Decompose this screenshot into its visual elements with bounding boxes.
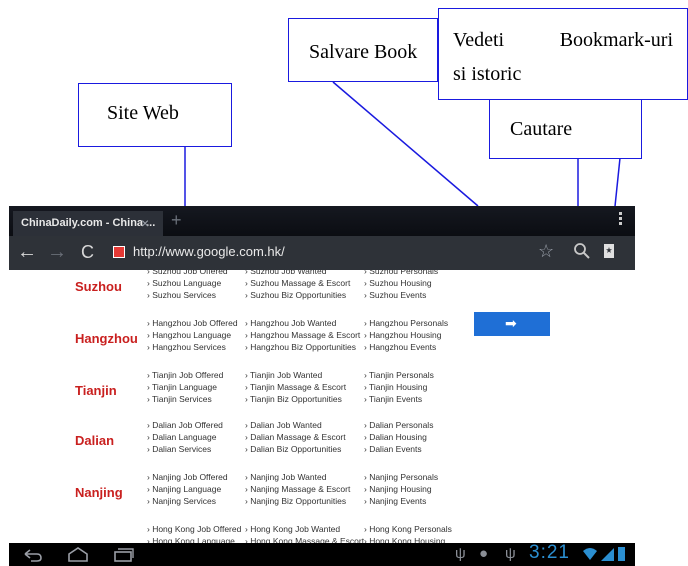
- city-name-link[interactable]: Tianjin: [75, 383, 117, 398]
- wifi-icon: [583, 548, 597, 560]
- home-back-icon[interactable]: [23, 547, 43, 562]
- category-link[interactable]: › Nanjing Housing: [364, 484, 432, 494]
- category-link[interactable]: › Hong Kong Job Wanted: [245, 524, 340, 534]
- category-link[interactable]: › Suzhou Massage & Escort: [245, 278, 350, 288]
- category-link[interactable]: › Nanjing Events: [364, 496, 426, 506]
- category-link[interactable]: › Hangzhou Housing: [364, 330, 442, 340]
- recent-apps-icon[interactable]: [113, 546, 135, 562]
- category-link[interactable]: › Tianjin Biz Opportunities: [245, 394, 342, 404]
- bookmarks-icon[interactable]: [604, 244, 614, 258]
- search-icon[interactable]: [572, 241, 592, 261]
- city-block: Nanjing › Nanjing Job Offered › Nanjing La…: [9, 468, 635, 518]
- browser-tab[interactable]: ChinaDaily.com - China ... ×: [13, 211, 163, 236]
- callout-view-bookmarks-history: Vedeti Bookmark-uri si istoric: [438, 8, 688, 100]
- category-link[interactable]: › Dalian Personals: [364, 420, 433, 430]
- category-link[interactable]: › Dalian Job Wanted: [245, 420, 322, 430]
- category-link[interactable]: › Suzhou Housing: [364, 278, 432, 288]
- category-link[interactable]: › Suzhou Language: [147, 278, 221, 288]
- category-link[interactable]: › Hangzhou Language: [147, 330, 231, 340]
- category-link[interactable]: › Nanjing Personals: [364, 472, 438, 482]
- star-icon[interactable]: ☆: [538, 241, 554, 262]
- category-link[interactable]: › Tianjin Services: [147, 394, 212, 404]
- city-block: Dalian › Dalian Job Offered › Dalian Langu…: [9, 416, 635, 466]
- forward-icon[interactable]: →: [47, 242, 67, 262]
- category-link[interactable]: › Dalian Massage & Escort: [245, 432, 346, 442]
- menu-icon[interactable]: [619, 212, 623, 227]
- category-link[interactable]: › Nanjing Job Wanted: [245, 472, 326, 482]
- city-name-link[interactable]: Dalian: [75, 433, 114, 448]
- category-link[interactable]: › Hong Kong Job Offered: [147, 524, 241, 534]
- category-link[interactable]: › Nanjing Job Offered: [147, 472, 228, 482]
- category-link[interactable]: › Tianjin Events: [364, 394, 422, 404]
- web-page-content: Suzhou › Suzhou Job Offered › Suzhou Langu…: [9, 270, 635, 543]
- category-link[interactable]: › Hangzhou Services: [147, 342, 226, 352]
- category-link[interactable]: › Dalian Services: [147, 444, 211, 454]
- category-link[interactable]: › Tianjin Personals: [364, 370, 434, 380]
- category-link[interactable]: › Suzhou Personals: [364, 270, 438, 276]
- system-bar: ψ ● ψ 3:21: [9, 542, 635, 566]
- category-link[interactable]: › Hong Kong Personals: [364, 524, 452, 534]
- category-link[interactable]: › Hong Kong Housing: [364, 536, 445, 543]
- category-link[interactable]: › Suzhou Job Offered: [147, 270, 228, 276]
- category-link[interactable]: › Tianjin Job Offered: [147, 370, 223, 380]
- category-link[interactable]: › Tianjin Housing: [364, 382, 427, 392]
- category-link[interactable]: › Tianjin Job Wanted: [245, 370, 322, 380]
- category-link[interactable]: › Hangzhou Job Offered: [147, 318, 238, 328]
- city-block: Tianjin › Tianjin Job Offered › Tianjin La…: [9, 366, 635, 416]
- category-link[interactable]: › Tianjin Language: [147, 382, 217, 392]
- category-link[interactable]: › Hangzhou Job Wanted: [245, 318, 336, 328]
- callout-search: Cautare: [489, 99, 642, 159]
- tablet-screen: ChinaDaily.com - China ... × + ← → C htt…: [9, 206, 635, 566]
- category-link[interactable]: › Dalian Biz Opportunities: [245, 444, 341, 454]
- city-name-link[interactable]: Nanjing: [75, 485, 123, 500]
- signal-icon: [601, 548, 614, 561]
- category-link[interactable]: › Dalian Events: [364, 444, 422, 454]
- category-link[interactable]: › Nanjing Language: [147, 484, 221, 494]
- new-tab-icon[interactable]: +: [171, 210, 182, 231]
- tab-close-icon[interactable]: ×: [141, 211, 149, 236]
- category-link[interactable]: › Hangzhou Events: [364, 342, 436, 352]
- callout-site-web: Site Web: [78, 83, 232, 147]
- home-icon[interactable]: [67, 546, 89, 562]
- category-link[interactable]: › Suzhou Biz Opportunities: [245, 290, 346, 300]
- tab-bar: ChinaDaily.com - China ... × +: [9, 206, 635, 236]
- city-block: Hangzhou › Hangzhou Job Offered › Hangzhou…: [9, 314, 635, 364]
- tab-title: ChinaDaily.com - China ...: [21, 217, 156, 229]
- category-link[interactable]: › Suzhou Services: [147, 290, 216, 300]
- callout-save-bookmark: Salvare Book: [288, 18, 438, 82]
- category-link[interactable]: › Suzhou Job Wanted: [245, 270, 326, 276]
- city-name-link[interactable]: Suzhou: [75, 279, 122, 294]
- reload-icon[interactable]: C: [81, 242, 94, 262]
- battery-icon: [618, 547, 625, 561]
- url-field[interactable]: http://www.google.com.hk/: [133, 244, 285, 259]
- city-block: Suzhou › Suzhou Job Offered › Suzhou Langu…: [9, 270, 635, 312]
- city-name-link[interactable]: Hangzhou: [75, 331, 138, 346]
- category-link[interactable]: › Dalian Job Offered: [147, 420, 223, 430]
- category-link[interactable]: › Dalian Language: [147, 432, 216, 442]
- category-link[interactable]: › Hangzhou Personals: [364, 318, 448, 328]
- category-link[interactable]: › Suzhou Events: [364, 290, 426, 300]
- back-icon[interactable]: ←: [17, 242, 37, 262]
- favicon: [113, 246, 125, 258]
- category-link[interactable]: › Dalian Housing: [364, 432, 427, 442]
- address-bar: ← → C http://www.google.com.hk/ ☆: [9, 236, 635, 270]
- category-link[interactable]: › Nanjing Biz Opportunities: [245, 496, 346, 506]
- android-icon: ●: [479, 545, 489, 562]
- city-block: Hong Kong› Hong Kong Job Offered› Hong K…: [9, 520, 635, 543]
- category-link[interactable]: › Nanjing Massage & Escort: [245, 484, 350, 494]
- usb-icon: ψ: [505, 545, 516, 562]
- category-link[interactable]: › Tianjin Massage & Escort: [245, 382, 346, 392]
- category-link[interactable]: › Nanjing Services: [147, 496, 216, 506]
- category-link[interactable]: › Hong Kong Massage & Escort: [245, 536, 364, 543]
- category-link[interactable]: › Hangzhou Biz Opportunities: [245, 342, 356, 352]
- category-link[interactable]: › Hong Kong Language: [147, 536, 235, 543]
- clock: 3:21: [529, 542, 570, 563]
- usb-icon: ψ: [455, 545, 466, 562]
- category-link[interactable]: › Hangzhou Massage & Escort: [245, 330, 360, 340]
